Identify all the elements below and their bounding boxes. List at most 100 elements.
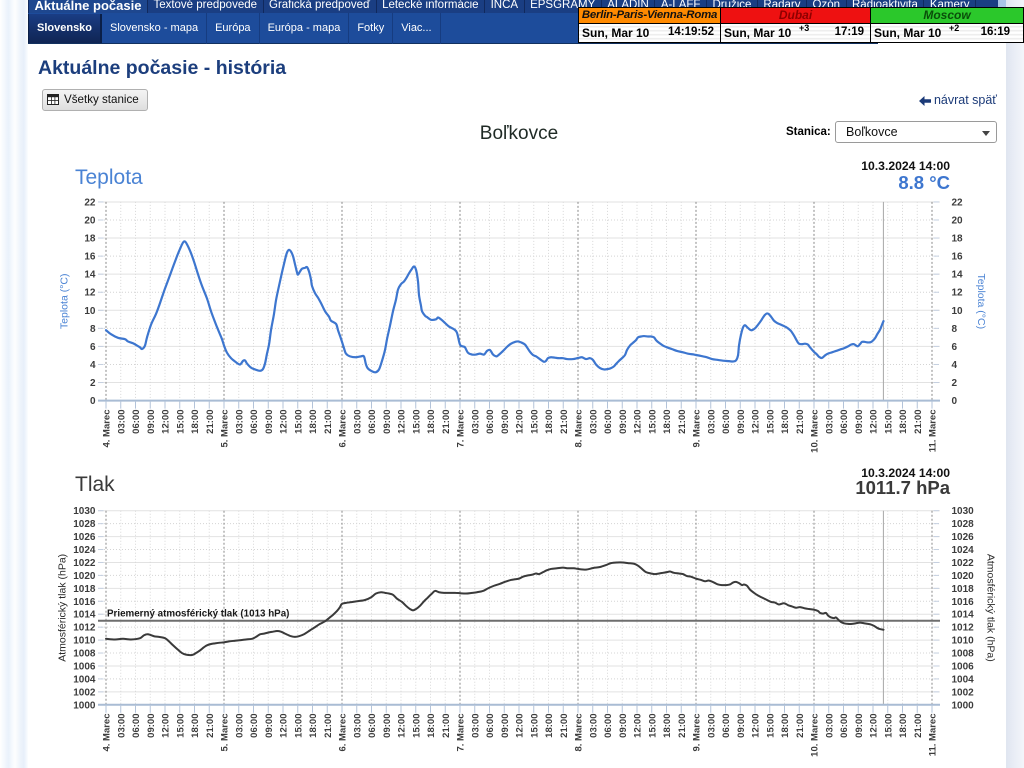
svg-text:21:00: 21:00: [913, 410, 924, 434]
svg-text:20: 20: [84, 216, 96, 227]
svg-text:1030: 1030: [952, 506, 975, 517]
svg-text:06:00: 06:00: [721, 410, 732, 434]
svg-text:18:00: 18:00: [308, 410, 319, 434]
svg-text:1006: 1006: [952, 661, 975, 672]
svg-text:1008: 1008: [952, 649, 975, 660]
svg-text:11. Marec: 11. Marec: [928, 714, 939, 757]
svg-text:03:00: 03:00: [234, 714, 245, 738]
svg-text:1026: 1026: [73, 532, 96, 543]
svg-text:21:00: 21:00: [559, 410, 570, 434]
svg-text:06:00: 06:00: [485, 714, 496, 738]
svg-text:03:00: 03:00: [824, 714, 835, 738]
svg-text:10: 10: [84, 306, 96, 317]
svg-text:6: 6: [952, 342, 958, 353]
svg-text:8. Marec: 8. Marec: [574, 410, 585, 448]
svg-text:20: 20: [952, 216, 964, 227]
svg-text:14: 14: [952, 270, 964, 281]
svg-text:1004: 1004: [73, 674, 96, 685]
svg-text:03:00: 03:00: [470, 410, 481, 434]
svg-text:18: 18: [952, 234, 964, 245]
svg-text:5. Marec: 5. Marec: [220, 410, 231, 448]
svg-text:18:00: 18:00: [426, 410, 437, 434]
svg-text:16: 16: [84, 252, 96, 263]
svg-text:03:00: 03:00: [588, 410, 599, 434]
svg-text:1002: 1002: [952, 687, 975, 698]
svg-text:03:00: 03:00: [824, 410, 835, 434]
svg-text:18:00: 18:00: [662, 410, 673, 434]
svg-text:15:00: 15:00: [883, 714, 894, 738]
svg-text:06:00: 06:00: [249, 714, 260, 738]
svg-text:12:00: 12:00: [397, 714, 408, 738]
svg-text:09:00: 09:00: [146, 410, 157, 434]
svg-text:09:00: 09:00: [618, 714, 629, 738]
svg-text:1014: 1014: [73, 610, 96, 621]
svg-text:1014: 1014: [952, 610, 975, 621]
svg-text:09:00: 09:00: [500, 714, 511, 738]
svg-text:12: 12: [84, 288, 96, 299]
svg-text:7. Marec: 7. Marec: [456, 714, 467, 752]
svg-text:21:00: 21:00: [205, 714, 216, 738]
svg-text:21:00: 21:00: [795, 714, 806, 738]
svg-text:9. Marec: 9. Marec: [692, 410, 703, 448]
svg-text:1022: 1022: [952, 558, 975, 569]
svg-text:11. Marec: 11. Marec: [928, 410, 939, 453]
svg-text:03:00: 03:00: [116, 410, 127, 434]
svg-text:09:00: 09:00: [264, 410, 275, 434]
svg-text:1024: 1024: [73, 545, 96, 556]
svg-text:15:00: 15:00: [293, 714, 304, 738]
svg-text:12:00: 12:00: [397, 410, 408, 434]
svg-text:7. Marec: 7. Marec: [456, 410, 467, 448]
svg-text:1016: 1016: [73, 597, 96, 608]
svg-text:18:00: 18:00: [898, 410, 909, 434]
svg-text:4: 4: [90, 360, 96, 371]
svg-text:21:00: 21:00: [795, 410, 806, 434]
svg-text:03:00: 03:00: [470, 714, 481, 738]
svg-text:9. Marec: 9. Marec: [692, 714, 703, 752]
svg-text:15:00: 15:00: [411, 410, 422, 434]
svg-text:10: 10: [952, 306, 964, 317]
svg-text:06:00: 06:00: [367, 714, 378, 738]
svg-text:2: 2: [952, 378, 958, 389]
svg-text:12:00: 12:00: [751, 410, 762, 434]
svg-text:1018: 1018: [952, 584, 975, 595]
svg-text:6. Marec: 6. Marec: [338, 714, 349, 752]
svg-text:Atmosférický tlak (hPa): Atmosférický tlak (hPa): [985, 554, 997, 662]
svg-text:06:00: 06:00: [839, 410, 850, 434]
svg-text:06:00: 06:00: [131, 410, 142, 434]
svg-text:1020: 1020: [952, 571, 975, 582]
svg-text:18:00: 18:00: [780, 714, 791, 738]
svg-text:10. Marec: 10. Marec: [810, 714, 821, 757]
svg-text:15:00: 15:00: [411, 714, 422, 738]
svg-text:22: 22: [84, 197, 96, 208]
svg-text:4. Marec: 4. Marec: [102, 714, 113, 752]
svg-text:21:00: 21:00: [441, 410, 452, 434]
svg-text:1024: 1024: [952, 545, 975, 556]
svg-text:09:00: 09:00: [618, 410, 629, 434]
svg-text:12:00: 12:00: [633, 714, 644, 738]
svg-text:09:00: 09:00: [382, 714, 393, 738]
svg-text:12:00: 12:00: [869, 410, 880, 434]
svg-text:18:00: 18:00: [308, 714, 319, 738]
svg-text:21:00: 21:00: [913, 714, 924, 738]
svg-text:21:00: 21:00: [559, 714, 570, 738]
svg-text:06:00: 06:00: [839, 714, 850, 738]
svg-text:18:00: 18:00: [544, 714, 555, 738]
svg-text:4: 4: [952, 360, 958, 371]
svg-text:Priemerný atmosférický tlak (1: Priemerný atmosférický tlak (1013 hPa): [107, 609, 289, 620]
svg-text:09:00: 09:00: [854, 714, 865, 738]
svg-text:03:00: 03:00: [116, 714, 127, 738]
svg-text:1010: 1010: [952, 636, 975, 647]
svg-text:03:00: 03:00: [706, 410, 717, 434]
svg-text:03:00: 03:00: [352, 714, 363, 738]
svg-text:06:00: 06:00: [721, 714, 732, 738]
svg-text:10. Marec: 10. Marec: [810, 410, 821, 453]
svg-text:18:00: 18:00: [780, 410, 791, 434]
svg-text:1018: 1018: [73, 584, 96, 595]
svg-text:22: 22: [952, 197, 964, 208]
svg-text:09:00: 09:00: [146, 714, 157, 738]
svg-text:03:00: 03:00: [706, 714, 717, 738]
svg-text:12:00: 12:00: [869, 714, 880, 738]
svg-text:Teplota (°C): Teplota (°C): [975, 274, 987, 330]
svg-text:8: 8: [90, 324, 96, 335]
svg-text:0: 0: [952, 396, 958, 407]
